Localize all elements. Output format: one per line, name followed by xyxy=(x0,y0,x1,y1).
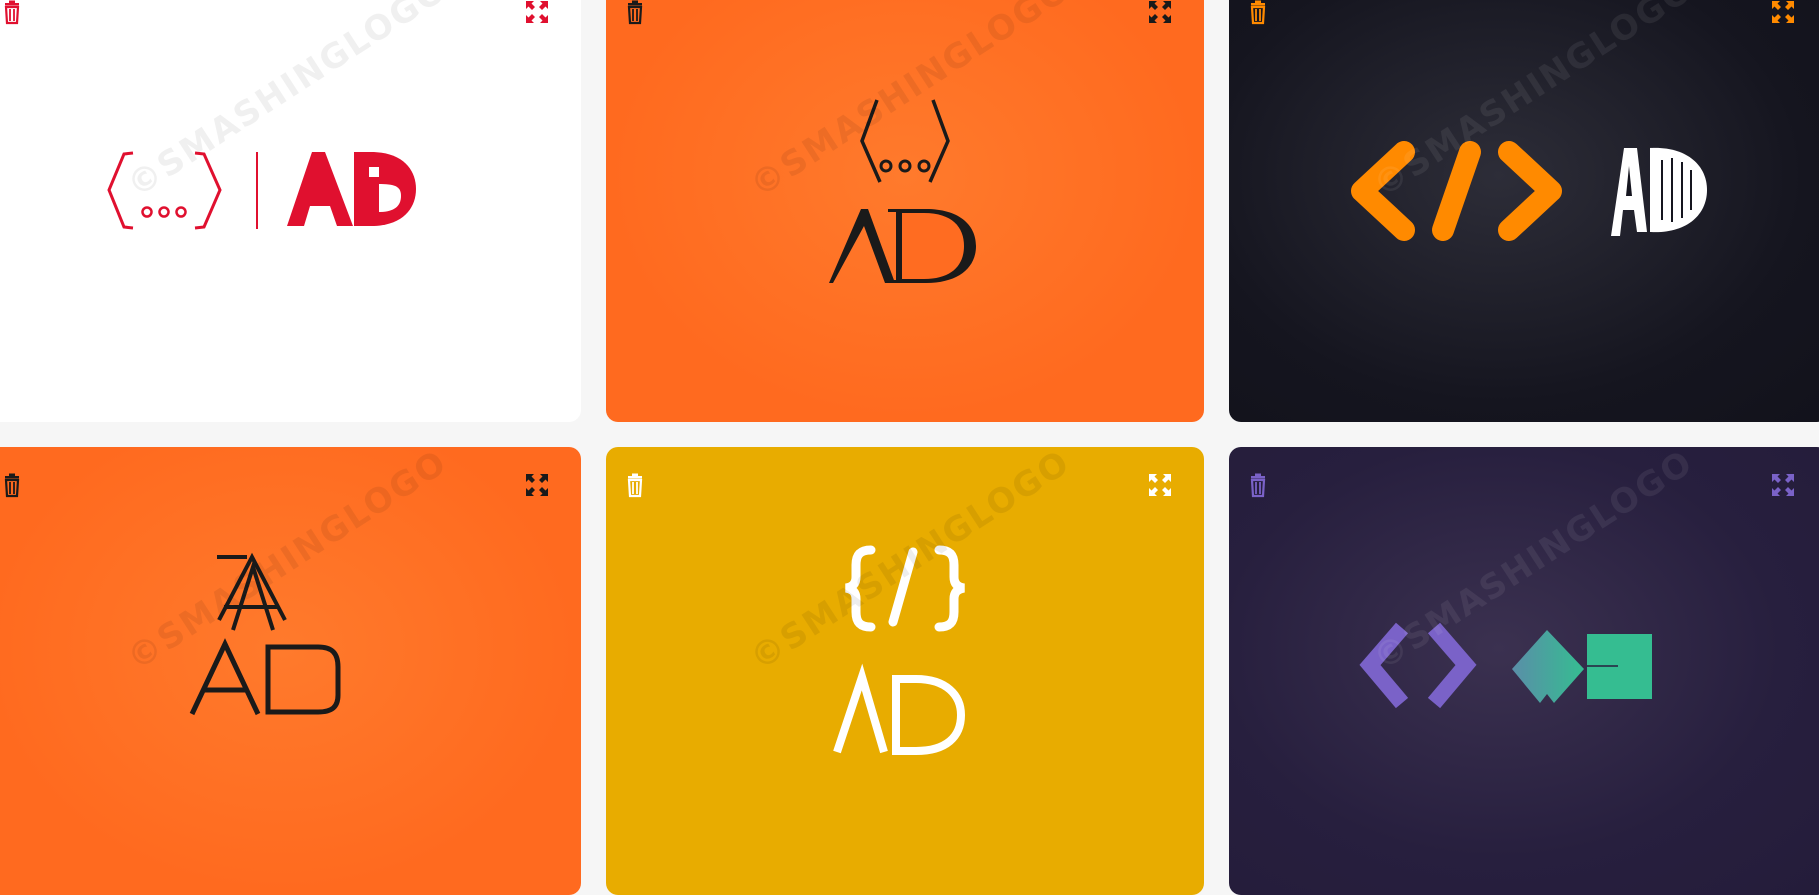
logo-card-2[interactable]: ©SMASHINGLOGO xyxy=(606,0,1204,422)
code-bracket-dots-icon xyxy=(107,151,416,230)
logo-card-1[interactable]: ©SMASHINGLOGO xyxy=(0,0,581,422)
logo-gallery-grid: ©SMASHINGLOGO ©SMASHINGLOGO ©SMASHINGLOG… xyxy=(0,0,1819,895)
logo-artwork xyxy=(606,447,1204,895)
logo-card-5[interactable]: ©SMASHINGLOGO xyxy=(606,447,1204,895)
logo-artwork xyxy=(1229,0,1819,422)
code-bracket-dots-icon xyxy=(829,99,976,283)
logo-card-6[interactable]: ©SMASHINGLOGO xyxy=(1229,447,1819,895)
logo-artwork xyxy=(606,0,1204,422)
overlapping-a-icon xyxy=(189,552,341,716)
curly-brace-slash-icon xyxy=(833,545,966,755)
geometric-code-icon xyxy=(1359,622,1652,709)
logo-card-4[interactable]: ©SMASHINGLOGO xyxy=(0,447,581,895)
logo-artwork xyxy=(0,447,581,895)
logo-card-3[interactable]: ©SMASHINGLOGO xyxy=(1229,0,1819,422)
code-slash-icon xyxy=(1351,141,1707,241)
logo-artwork xyxy=(0,0,581,422)
logo-artwork xyxy=(1229,447,1819,895)
